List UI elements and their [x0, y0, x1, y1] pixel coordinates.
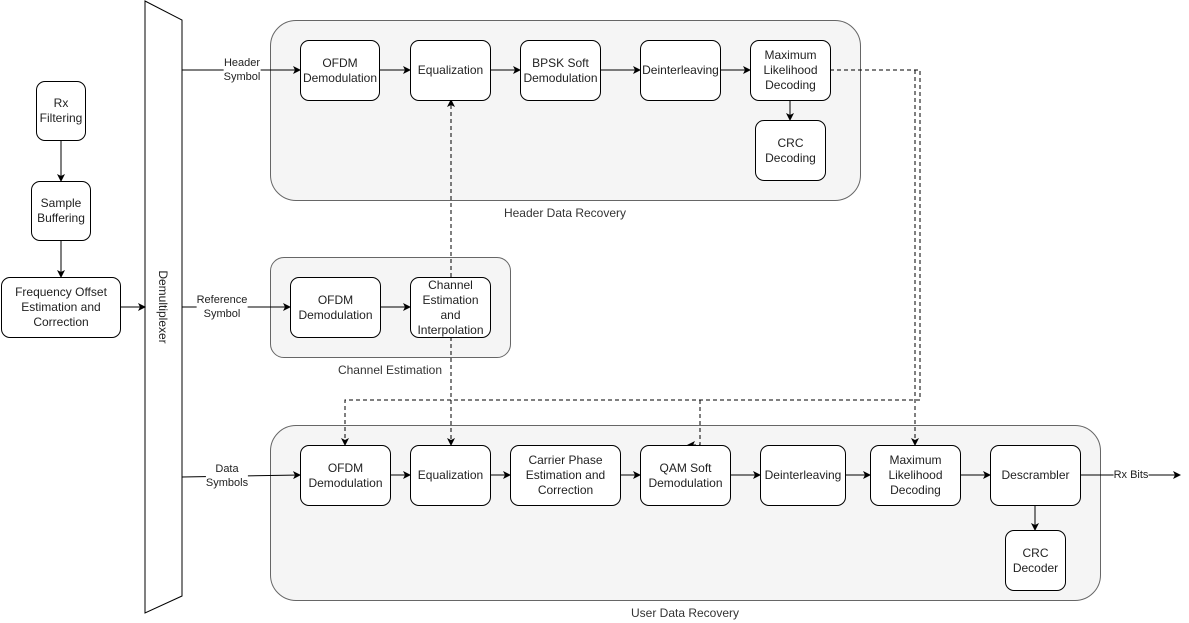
- header-ml-decoding-block: Maximum Likelihood Decoding: [750, 40, 831, 101]
- header-equalization-block: Equalization: [410, 40, 491, 101]
- qam-soft-demod-block: QAM Soft Demodulation: [640, 445, 731, 506]
- user-deinterleaving-block: Deinterleaving: [760, 445, 846, 506]
- carrier-phase-block: Carrier Phase Estimation and Correction: [510, 445, 621, 506]
- header-deinterleaving-block: Deinterleaving: [640, 40, 721, 101]
- user-ml-decoding-block: Maximum Likelihood Decoding: [870, 445, 961, 506]
- demultiplexer-label: Demultiplexer: [156, 270, 170, 344]
- header-crc-decoding-block: CRC Decoding: [755, 120, 826, 181]
- header-symbol-label: Header Symbol: [223, 56, 261, 84]
- user-ofdm-demod-block: OFDM Demodulation: [300, 445, 391, 506]
- data-symbols-label: Data Symbols: [205, 462, 249, 490]
- descrambler-block: Descrambler: [990, 445, 1081, 506]
- sample-buffering-block: Sample Buffering: [31, 181, 91, 241]
- crc-decoder-block: CRC Decoder: [1005, 530, 1066, 591]
- user-equalization-block: Equalization: [410, 445, 491, 506]
- header-ofdm-demod-block: OFDM Demodulation: [300, 40, 380, 101]
- frequency-offset-block: Frequency Offset Estimation and Correcti…: [1, 277, 121, 338]
- channel-estimation-block: Channel Estimation and Interpolation: [410, 277, 491, 338]
- reference-symbol-label: Reference Symbol: [196, 293, 248, 321]
- rx-bits-label: Rx Bits: [1113, 468, 1149, 482]
- rx-filtering-block: Rx Filtering: [36, 81, 86, 141]
- bpsk-soft-demod-block: BPSK Soft Demodulation: [520, 40, 601, 101]
- receiver-block-diagram: Header Data Recovery Channel Estimation …: [0, 0, 1189, 623]
- channel-ofdm-demod-block: OFDM Demodulation: [290, 277, 381, 338]
